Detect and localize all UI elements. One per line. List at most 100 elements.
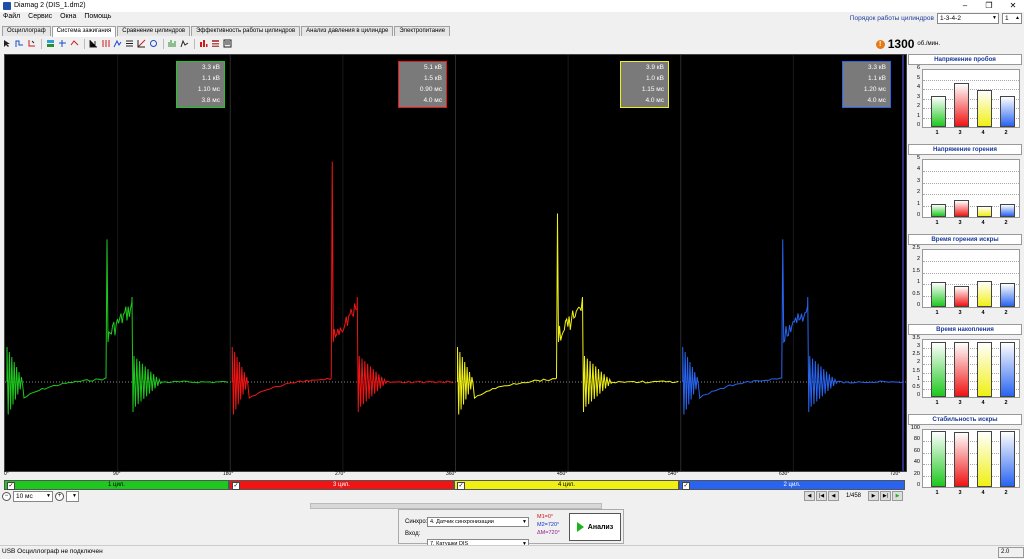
cylinder-3-checkbox[interactable]: ✓	[232, 482, 240, 490]
cylinder-1-info-box: 3.3 кВ 1.1 кВ 1.10 мс 3.8 мс	[176, 61, 225, 108]
split-view-icon[interactable]	[57, 39, 67, 49]
sync-icon[interactable]	[148, 39, 158, 49]
grid-line	[923, 171, 1019, 173]
cursor-tool-icon[interactable]	[2, 39, 12, 49]
cyl2-burn-voltage: 1.1 кВ	[867, 75, 886, 82]
scale-tool-icon[interactable]	[136, 39, 146, 49]
markers-icon[interactable]	[112, 39, 122, 49]
zoom-extra-select[interactable]: ▼	[66, 491, 79, 502]
merge-view-icon[interactable]	[69, 39, 79, 49]
cylinder-4-checkbox[interactable]: ✓	[457, 482, 465, 490]
y-tick-label: 3	[916, 343, 920, 350]
toolbar-divider	[163, 38, 164, 49]
last-frame-button[interactable]: ▶|	[880, 491, 891, 501]
x-tick-label: 1	[935, 490, 939, 496]
angle-tick: 270°	[335, 471, 346, 477]
x-tick-label: 1	[935, 310, 939, 316]
app-logo-icon	[3, 2, 11, 10]
cylinder-1-segment[interactable]: ✓ 1 цил.	[4, 480, 229, 490]
x-tick-label: 2	[1004, 310, 1008, 316]
chevron-down-icon: ▼	[522, 519, 527, 525]
y-tick-label: 1	[916, 200, 920, 207]
analyze-button[interactable]: Анализ	[569, 513, 621, 541]
table-icon[interactable]	[210, 39, 220, 49]
tab-oscilloscope[interactable]: Осциллограф	[2, 26, 51, 36]
bar-chart-icon[interactable]	[198, 39, 208, 49]
menu-service[interactable]: Сервис	[28, 13, 52, 20]
y-tick-label: 1.5	[912, 367, 920, 374]
prev-frame-button[interactable]: ◀	[803, 491, 815, 501]
rpm-value: 1300	[887, 37, 915, 51]
y-tick-label: 3.5	[912, 335, 920, 341]
menu-help[interactable]: Помощь	[84, 13, 111, 20]
cyl4-dwell-time: 4.0 мс	[645, 97, 664, 104]
y-tick-label: 3	[916, 177, 920, 184]
metric-bar	[977, 280, 992, 307]
y-tick-label: 0.5	[912, 383, 920, 390]
step-back-button[interactable]: ◀	[827, 491, 839, 501]
cyl4-burn-time: 1.15 мс	[641, 86, 664, 93]
grid-icon[interactable]	[88, 39, 98, 49]
oscilloscope-display[interactable]: 3.3 кВ 1.1 кВ 1.10 мс 3.8 мс 5.1 кВ 1.5 кВ 0.…	[4, 54, 907, 472]
metric-bar	[1000, 341, 1015, 397]
maximize-button[interactable]: ❐	[978, 0, 1000, 12]
tab-pressure-analysis[interactable]: Анализ давления в цилиндре	[301, 26, 394, 36]
tab-cylinder-efficiency[interactable]: Эффективность работы цилиндров	[191, 26, 301, 36]
angle-tick: 0°	[4, 471, 9, 477]
cylinder-2-segment[interactable]: ✓ 2 цил.	[679, 480, 905, 490]
y-tick-label: 1	[916, 112, 920, 119]
metric-bar	[977, 341, 992, 397]
first-frame-button[interactable]: |◀	[815, 491, 827, 501]
cursors-icon[interactable]	[100, 39, 110, 49]
x-tick-label: 1	[935, 220, 939, 226]
channels-icon[interactable]	[45, 39, 55, 49]
cyl1-dwell-time: 3.8 мс	[201, 97, 220, 104]
y-tick-label: 0	[916, 392, 920, 398]
x-tick-label: 1	[935, 130, 939, 136]
cyl4-burn-voltage: 1.0 кВ	[645, 75, 664, 82]
toolbar-divider	[41, 38, 42, 49]
tab-power-supply[interactable]: Электропитание	[394, 26, 451, 36]
cylinder-2-checkbox[interactable]: ✓	[682, 482, 690, 490]
sync-select[interactable]: 4. Датчик синхронизации ▼	[427, 517, 529, 527]
x-tick-label: 2	[1004, 220, 1008, 226]
report-icon[interactable]	[222, 39, 232, 49]
metric-plot	[922, 339, 1020, 398]
grid-line	[923, 194, 1019, 196]
metric-bar	[931, 281, 946, 307]
y-tick-label: 1	[916, 279, 920, 286]
zoom-out-icon[interactable]: −	[2, 492, 11, 501]
input-label: Вход:	[405, 531, 421, 537]
step-forward-button[interactable]: ▶	[868, 491, 879, 501]
y-tick-label: 2.5	[912, 245, 920, 251]
metric-bar	[931, 431, 946, 487]
close-button[interactable]: ✕	[1002, 0, 1024, 12]
spectrum-icon[interactable]	[179, 39, 189, 49]
y-tick-label: 80	[913, 436, 920, 443]
parameters-icon[interactable]	[167, 39, 177, 49]
cylinder-1-checkbox[interactable]: ✓	[7, 482, 15, 490]
metric-bar	[1000, 283, 1015, 307]
zoom-in-icon[interactable]: +	[55, 492, 64, 501]
play-button[interactable]: ▶	[892, 491, 903, 501]
firing-order-page-select[interactable]: 1 ▲	[1002, 13, 1022, 24]
status-text: USB Осциллограф не подключен	[2, 548, 103, 555]
menu-file[interactable]: Файл	[3, 13, 20, 20]
angle-tick: 180°	[223, 471, 234, 477]
menu-windows[interactable]: Окна	[60, 13, 76, 20]
minimize-button[interactable]: –	[954, 0, 976, 12]
tab-ignition-system[interactable]: Система зажигания	[51, 26, 117, 37]
zoom-vertical-icon[interactable]	[26, 39, 36, 49]
zoom-horizontal-icon[interactable]	[14, 39, 24, 49]
tab-cylinder-compare[interactable]: Сравнение цилиндров	[117, 26, 191, 36]
firing-order-select[interactable]: 1-3-4-2 ▼	[937, 13, 999, 24]
cylinder-separators-icon[interactable]	[124, 39, 134, 49]
time-division-select[interactable]: 10 мс ▼	[13, 491, 53, 502]
cylinder-4-segment[interactable]: ✓ 4 цил.	[454, 480, 679, 490]
y-tick-label: 6	[916, 65, 920, 71]
y-tick-label: 0	[916, 122, 920, 128]
metrics-panel: Напряжение пробоя 6 5 4 3 2 1 0 1 3 4 2 Напряжение г…	[907, 54, 1022, 500]
cylinder-2-info-box: 3.3 кВ 1.1 кВ 1.20 мс 4.0 мс	[842, 61, 891, 108]
cylinder-3-segment[interactable]: ✓ 3 цил.	[229, 480, 454, 490]
y-tick-label: 20	[913, 470, 920, 477]
